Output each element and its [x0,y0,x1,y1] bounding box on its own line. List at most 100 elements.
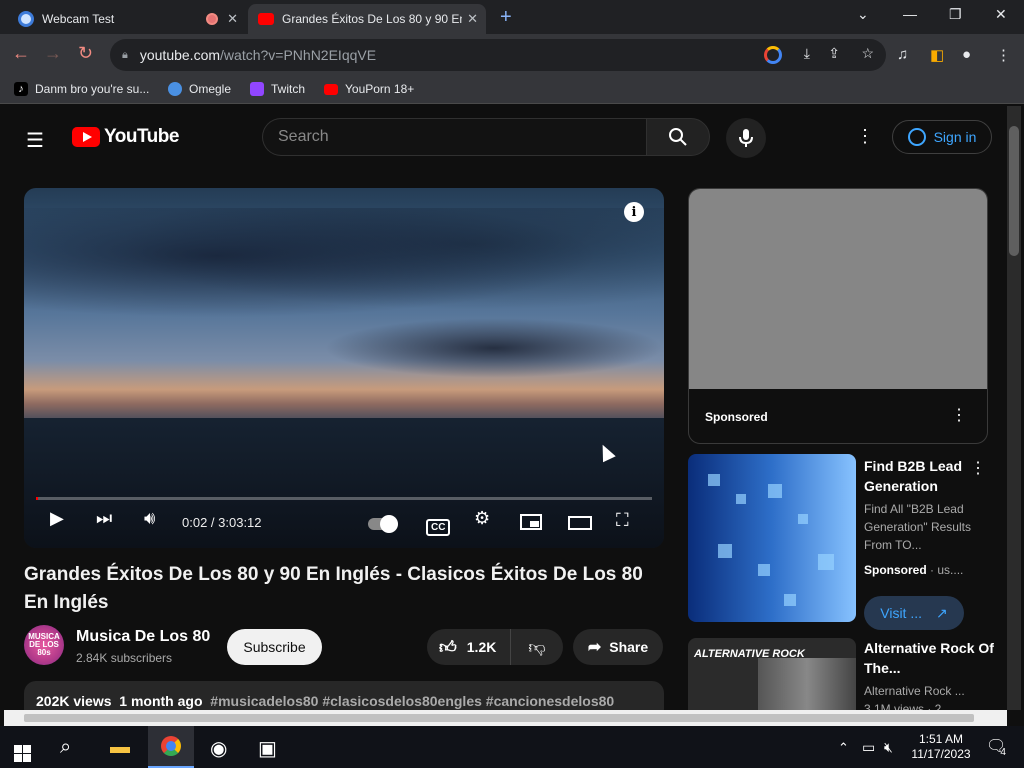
scrollbar-thumb[interactable] [24,714,974,722]
ad-sponsored-line: Sponsored · us.... [864,563,963,577]
close-window-icon[interactable]: ✕ [995,6,1007,23]
video-player[interactable]: i ▶ ⏭︎ 🔊︎ 0:02 / 3:03:12 CC ⚙ ⛶ [24,188,664,548]
like-button[interactable]: 👍︎ 1.2K [427,629,511,665]
bookmark-omegle[interactable]: Omegle [168,82,231,96]
install-icon[interactable]: ⤓ [804,45,810,62]
menu-icon[interactable]: ☰ [26,128,44,153]
app-icon[interactable]: ▣ [258,736,277,761]
google-icon[interactable] [764,46,782,64]
hashtags[interactable]: #musicadelos80 #clasicosdelos80engles #c… [210,693,614,709]
youtube-logo[interactable]: YouTube [72,126,179,148]
view-count: 202K views [36,693,112,709]
obs-icon[interactable]: ◉ [210,736,227,761]
bookmark-label: YouPorn 18+ [345,82,415,96]
ad-image [689,189,987,389]
tab-youtube[interactable]: Grandes Éxitos De Los 80 y 90 En ✕ [248,4,486,34]
thumbs-down-icon: 👎︎ [528,637,546,657]
visit-site-button[interactable]: Visit ... ↗ [864,596,964,630]
settings-gear-icon[interactable]: ⚙ [474,508,490,529]
ad-description: Find All "B2B Lead Generation" Results F… [864,502,971,552]
search-input[interactable]: Search [262,118,646,156]
info-icon[interactable]: i [624,202,644,222]
share-page-icon[interactable]: ⇪ [828,45,840,62]
fullscreen-icon[interactable]: ⛶ [616,510,629,531]
ad-title[interactable]: Find B2B Lead Generation [864,456,974,496]
voice-search-button[interactable] [726,118,766,158]
forward-icon[interactable]: → [44,43,62,64]
bookmark-label: Omegle [189,82,232,96]
next-icon[interactable]: ⏭︎ [96,508,112,529]
sponsored-ad[interactable]: Sponsored ⋮ [688,188,988,444]
notification-count: 4 [1000,747,1006,758]
settings-more-icon[interactable]: ⋮ [856,126,874,147]
autoplay-toggle[interactable] [368,514,398,535]
bookmark-twitch[interactable]: Twitch [250,82,305,96]
dislike-button[interactable]: 👎︎ [511,629,563,665]
volume-icon[interactable]: 🔊︎ [144,508,155,529]
recommended-video-title[interactable]: Alternative Rock Of The... [864,638,994,678]
bookmark-tiktok[interactable]: ♪ Danm bro you're su... [14,82,149,96]
bookmark-star-icon[interactable]: ☆ [861,45,874,62]
more-options-icon[interactable]: ⋮ [951,405,967,425]
channel-avatar[interactable]: MUSICA DE LOS 80s [24,625,64,665]
captions-icon[interactable]: CC [426,514,451,536]
time-display: 0:02 / 3:03:12 [182,515,262,530]
windows-start-icon[interactable] [14,736,31,762]
network-icon[interactable]: ▭ [862,739,875,756]
subscribe-button[interactable]: Subscribe [227,629,322,665]
autoplay-icon [368,515,398,533]
bookmark-youporn[interactable]: YouPorn 18+ [324,82,414,96]
notification-center-icon[interactable]: 🗨︎4 [986,736,1012,758]
miniplayer-icon[interactable] [520,514,542,535]
share-label: Share [609,639,649,655]
back-icon[interactable]: ← [12,43,30,64]
video-thumbnail[interactable]: ALTERNATIVE ROCK [688,638,856,710]
bookmark-label: Danm bro you're su... [35,82,150,96]
recommended-channel[interactable]: Alternative Rock ... [864,684,965,698]
more-options-icon[interactable]: ⋮ [970,458,986,478]
url-host: youtube.com [139,47,221,63]
theater-mode-icon[interactable] [568,514,592,535]
vertical-scrollbar[interactable] [1007,106,1021,710]
horizontal-scrollbar[interactable] [4,710,1007,726]
tab-webcam-test[interactable]: Webcam Test ✕ [8,4,246,34]
media-control-icon[interactable]: ♫ [897,46,908,63]
file-explorer-icon[interactable]: ▬ [110,736,130,759]
side-panel-icon[interactable]: ◧ [930,46,944,64]
logo-text: YouTube [104,126,179,147]
youtube-page: ☰ YouTube Search ⋮ Sign in i ▶ ⏭︎ 🔊︎ 0:0… [4,106,1007,710]
search-icon[interactable]: ⌕ [60,736,71,759]
microphone-icon [739,129,753,147]
ad-thumbnail[interactable] [688,454,856,622]
close-tab-icon[interactable]: ✕ [467,11,478,27]
address-bar[interactable]: 🔒︎ youtube.com/watch?v=PNhN2EIqqVE ⤓ ⇪ ☆ [110,39,886,71]
show-hidden-icons-icon[interactable]: ⌃ [838,740,849,756]
share-icon: ➦ [587,639,602,656]
scrollbar-thumb[interactable] [1009,126,1019,256]
share-button[interactable]: ➦ Share [573,629,663,665]
url-path: /watch?v=PNhN2EIqqVE [220,47,377,63]
tab-search-icon[interactable]: ⌄ [857,6,869,23]
maximize-icon[interactable]: ❐ [949,6,962,23]
volume-muted-icon[interactable]: 🔇︎ [884,739,893,756]
progress-bar[interactable] [36,497,652,500]
chrome-menu-icon[interactable]: ⋮ [996,46,1011,64]
profile-icon[interactable]: ● [962,46,971,63]
ad-domain: · us.... [930,563,964,577]
minimize-icon[interactable]: — [903,6,917,22]
description-box[interactable]: 202K views 1 month ago #musicadelos80 #c… [24,681,664,710]
clock-time: 1:51 AM [918,732,964,746]
system-clock[interactable]: 1:51 AM 11/17/2023 [902,732,980,762]
reload-icon[interactable]: ↻ [78,43,93,64]
chrome-taskbar-icon[interactable] [148,726,194,768]
new-tab-icon[interactable]: + [500,6,512,29]
sign-in-label: Sign in [933,129,977,145]
play-icon[interactable]: ▶ [50,508,64,529]
channel-name[interactable]: Musica De Los 80 [76,628,210,646]
sign-in-button[interactable]: Sign in [892,120,992,154]
lock-icon: 🔒︎ [122,48,128,61]
video-frame [24,208,664,328]
close-tab-icon[interactable]: ✕ [227,11,238,27]
search-button[interactable] [646,118,710,156]
webcam-tab-icon [18,11,34,27]
